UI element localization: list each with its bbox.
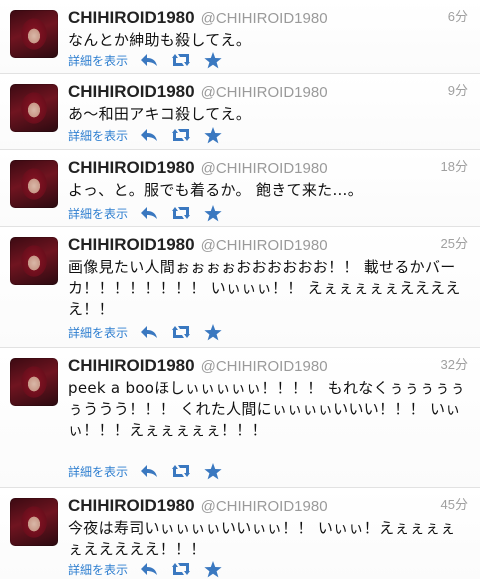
show-details-link[interactable]: 詳細を表示 bbox=[68, 127, 128, 144]
tweet-author-name[interactable]: CHIHIROID1980 bbox=[68, 356, 195, 375]
star-icon[interactable] bbox=[202, 51, 224, 69]
avatar[interactable] bbox=[10, 10, 58, 58]
tweet-time: 25分 bbox=[440, 236, 468, 251]
tweet[interactable]: CHIHIROID1980 @CHIHIROID1980 25分 画像見たい人間ぉ… bbox=[0, 227, 480, 348]
retweet-icon[interactable] bbox=[170, 126, 192, 144]
tweet-actions: 詳細を表示 bbox=[68, 204, 234, 222]
show-details-link[interactable]: 詳細を表示 bbox=[68, 561, 128, 578]
retweet-icon[interactable] bbox=[170, 560, 192, 578]
star-icon[interactable] bbox=[202, 126, 224, 144]
tweet-author-handle: @CHIHIROID1980 bbox=[200, 160, 328, 177]
tweet-author-handle: @CHIHIROID1980 bbox=[200, 237, 328, 254]
avatar[interactable] bbox=[10, 160, 58, 208]
show-details-link[interactable]: 詳細を表示 bbox=[68, 52, 128, 69]
tweet[interactable]: CHIHIROID1980 @CHIHIROID1980 18分 よっ、と。服でも… bbox=[0, 150, 480, 227]
tweet-actions: 詳細を表示 bbox=[68, 560, 234, 578]
reply-icon[interactable] bbox=[138, 126, 160, 144]
tweet-author-handle: @CHIHIROID1980 bbox=[200, 498, 328, 515]
reply-icon[interactable] bbox=[138, 204, 160, 222]
avatar[interactable] bbox=[10, 237, 58, 285]
reply-icon[interactable] bbox=[138, 462, 160, 480]
reply-icon[interactable] bbox=[138, 323, 160, 341]
retweet-icon[interactable] bbox=[170, 462, 192, 480]
tweet-actions: 詳細を表示 bbox=[68, 126, 234, 144]
tweet-author-name[interactable]: CHIHIROID1980 bbox=[68, 496, 195, 515]
retweet-icon[interactable] bbox=[170, 323, 192, 341]
avatar[interactable] bbox=[10, 358, 58, 406]
tweet-text: 今夜は寿司いぃぃぃぃいいぃぃ！！ いぃぃ！えぇぇぇぇぇえええええ！！！ bbox=[68, 519, 456, 558]
reply-icon[interactable] bbox=[138, 51, 160, 69]
tweet[interactable]: CHIHIROID1980 @CHIHIROID1980 45分 今夜は寿司いぃぃ… bbox=[0, 488, 480, 579]
tweet-actions: 詳細を表示 bbox=[68, 323, 234, 341]
tweet-text: あ〜和田アキコ殺してえ。 bbox=[68, 105, 252, 123]
tweet-author-handle: @CHIHIROID1980 bbox=[200, 10, 328, 27]
tweet-actions: 詳細を表示 bbox=[68, 462, 234, 480]
star-icon[interactable] bbox=[202, 323, 224, 341]
tweet-author-name[interactable]: CHIHIROID1980 bbox=[68, 8, 195, 27]
tweet-text: 画像見たい人間ぉぉぉぉおおおおおお！！ 載せるかバーカ！！！！！！！！ いぃぃぃ… bbox=[68, 258, 461, 318]
tweet-actions: 詳細を表示 bbox=[68, 51, 234, 69]
tweet-text: peek a booほしぃぃぃぃぃ！！！！ もれなくぅぅぅぅぅぅううう！！！ く… bbox=[68, 379, 466, 439]
avatar[interactable] bbox=[10, 498, 58, 546]
tweet-author-name[interactable]: CHIHIROID1980 bbox=[68, 235, 195, 254]
avatar[interactable] bbox=[10, 84, 58, 132]
tweet-author-name[interactable]: CHIHIROID1980 bbox=[68, 158, 195, 177]
tweet-time: 45分 bbox=[440, 497, 468, 512]
retweet-icon[interactable] bbox=[170, 51, 192, 69]
show-details-link[interactable]: 詳細を表示 bbox=[68, 324, 128, 341]
tweet-time: 6分 bbox=[447, 9, 468, 24]
timeline: CHIHIROID1980 @CHIHIROID1980 6分 なんとか紳助も殺し… bbox=[0, 0, 480, 579]
tweet-author-name[interactable]: CHIHIROID1980 bbox=[68, 82, 195, 101]
tweet[interactable]: CHIHIROID1980 @CHIHIROID1980 32分 peek a b… bbox=[0, 348, 480, 488]
tweet-time: 32分 bbox=[440, 357, 468, 372]
tweet[interactable]: CHIHIROID1980 @CHIHIROID1980 9分 あ〜和田アキコ殺し… bbox=[0, 74, 480, 150]
tweet-author-handle: @CHIHIROID1980 bbox=[200, 84, 328, 101]
tweet[interactable]: CHIHIROID1980 @CHIHIROID1980 6分 なんとか紳助も殺し… bbox=[0, 0, 480, 74]
show-details-link[interactable]: 詳細を表示 bbox=[68, 463, 128, 480]
tweet-time: 18分 bbox=[440, 159, 468, 174]
tweet-text: なんとか紳助も殺してえ。 bbox=[68, 31, 252, 49]
show-details-link[interactable]: 詳細を表示 bbox=[68, 205, 128, 222]
tweet-author-handle: @CHIHIROID1980 bbox=[200, 358, 328, 375]
star-icon[interactable] bbox=[202, 560, 224, 578]
star-icon[interactable] bbox=[202, 462, 224, 480]
tweet-time: 9分 bbox=[447, 83, 468, 98]
tweet-text: よっ、と。服でも着るか。 飽きて来た…。 bbox=[68, 181, 364, 199]
reply-icon[interactable] bbox=[138, 560, 160, 578]
star-icon[interactable] bbox=[202, 204, 224, 222]
retweet-icon[interactable] bbox=[170, 204, 192, 222]
